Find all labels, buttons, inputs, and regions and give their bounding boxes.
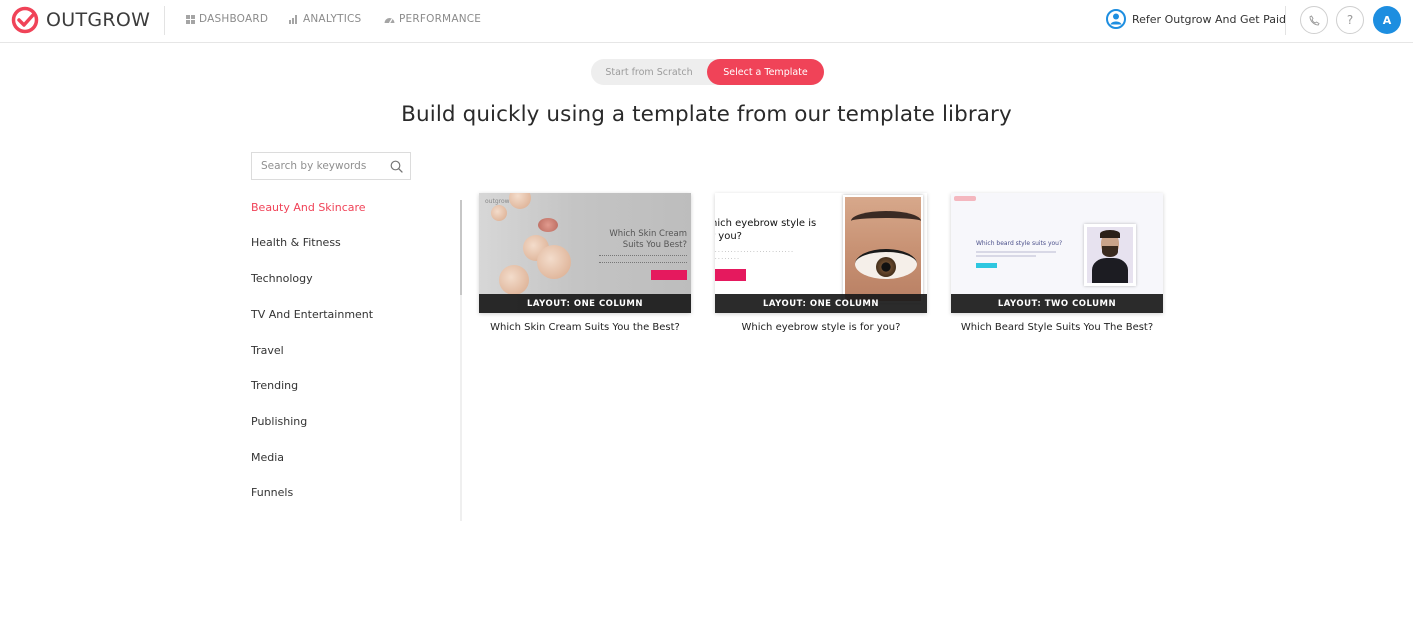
phone-button[interactable] [1300,6,1328,34]
preview-description: . . . . . . . . . . . . . . . . . . . . … [715,248,793,261]
template-title[interactable]: Which eyebrow style is for you? [715,322,927,333]
brand-name: OUTGROW [46,9,151,31]
outgrow-logo-icon [11,6,39,34]
skin-image [491,205,507,221]
gauge-icon [384,17,395,23]
template-preview: Which beard style suits you? LAYOUT: TWO… [951,193,1163,313]
person-hair [1100,230,1120,238]
eye-photo [843,195,923,303]
nav-performance[interactable]: PERFORMANCE [384,13,481,25]
template-preview: outgrow Which Skin Cream Suits You Best?… [479,193,691,313]
template-card-skin-cream[interactable]: outgrow Which Skin Cream Suits You Best?… [479,193,691,333]
refer-program-link[interactable]: Refer Outgrow And Get Paid [1106,9,1286,29]
preview-heading: Which beard style suits you? [976,240,1063,247]
category-beauty-and-skincare[interactable]: Beauty And Skincare [251,201,366,214]
layout-label: LAYOUT: ONE COLUMN [479,294,691,313]
preview-description [599,255,687,263]
header-divider-right [1285,6,1286,35]
skin-image [537,245,571,279]
category-media[interactable]: Media [251,451,284,464]
refer-label: Refer Outgrow And Get Paid [1132,12,1286,26]
bar-chart-icon [289,14,297,24]
search-input[interactable] [261,160,389,172]
help-button[interactable]: ? [1336,6,1364,34]
nav-performance-label: PERFORMANCE [399,13,482,25]
beard-photo [1084,224,1136,286]
category-funnels[interactable]: Funnels [251,486,293,499]
nav-analytics-label: ANALYTICS [303,13,362,25]
refer-user-icon [1106,9,1126,29]
template-card-eyebrow[interactable]: hich eyebrow style isr you? . . . . . . … [715,193,927,333]
skin-image [499,265,529,295]
nav-dashboard[interactable]: DASHBOARD [186,13,268,25]
preview-cta [976,263,997,268]
category-tv-and-entertainment[interactable]: TV And Entertainment [251,308,373,321]
avatar-initial: A [1382,13,1392,27]
page-title: Build quickly using a template from our … [401,102,1012,127]
category-scrollbar-thumb[interactable] [460,200,462,295]
eyebrow-shape [851,211,921,231]
nav-dashboard-label: DASHBOARD [199,13,269,25]
iris-shape [876,257,896,277]
grid-icon [186,14,195,24]
template-preview: hich eyebrow style isr you? . . . . . . … [715,193,927,313]
beard-photo-inner [1087,227,1133,283]
category-travel[interactable]: Travel [251,344,284,357]
phone-icon [1309,14,1320,25]
skin-image [509,193,531,209]
preview-cta [651,270,687,280]
template-search [251,152,411,180]
preview-heading: hich eyebrow style isr you? [715,218,817,242]
layout-label: LAYOUT: ONE COLUMN [715,294,927,313]
help-icon: ? [1346,13,1354,27]
lips-image [538,218,558,232]
nav-analytics[interactable]: ANALYTICS [289,13,361,25]
creation-mode-toggle: Start from Scratch Select a Template [591,59,824,85]
preview-brand-mark [954,196,976,201]
template-title[interactable]: Which Beard Style Suits You The Best? [951,322,1163,333]
preview-description-line [976,255,1036,257]
preview-cta [715,269,746,281]
preview-brand-mark: outgrow [485,198,510,205]
outgrow-logo[interactable]: OUTGROW [11,6,150,34]
person-beard [1102,246,1118,257]
person-body [1092,258,1128,283]
user-avatar[interactable]: A [1373,6,1401,34]
template-card-beard[interactable]: Which beard style suits you? LAYOUT: TWO… [951,193,1163,333]
preview-heading: Which Skin Cream Suits You Best? [609,229,687,250]
select-template-option[interactable]: Select a Template [707,59,824,85]
layout-label: LAYOUT: TWO COLUMN [951,294,1163,313]
start-from-scratch-option[interactable]: Start from Scratch [591,59,707,85]
category-health-fitness[interactable]: Health & Fitness [251,236,341,249]
search-icon[interactable] [390,160,403,173]
category-publishing[interactable]: Publishing [251,415,307,428]
template-title[interactable]: Which Skin Cream Suits You the Best? [479,322,691,333]
eye-shape [855,249,917,279]
preview-description-line [976,251,1056,253]
header-divider [164,6,165,35]
category-trending[interactable]: Trending [251,379,298,392]
top-navigation-bar: OUTGROW DASHBOARD ANALYTICS PERFORMANCE … [0,0,1413,43]
category-technology[interactable]: Technology [251,272,313,285]
